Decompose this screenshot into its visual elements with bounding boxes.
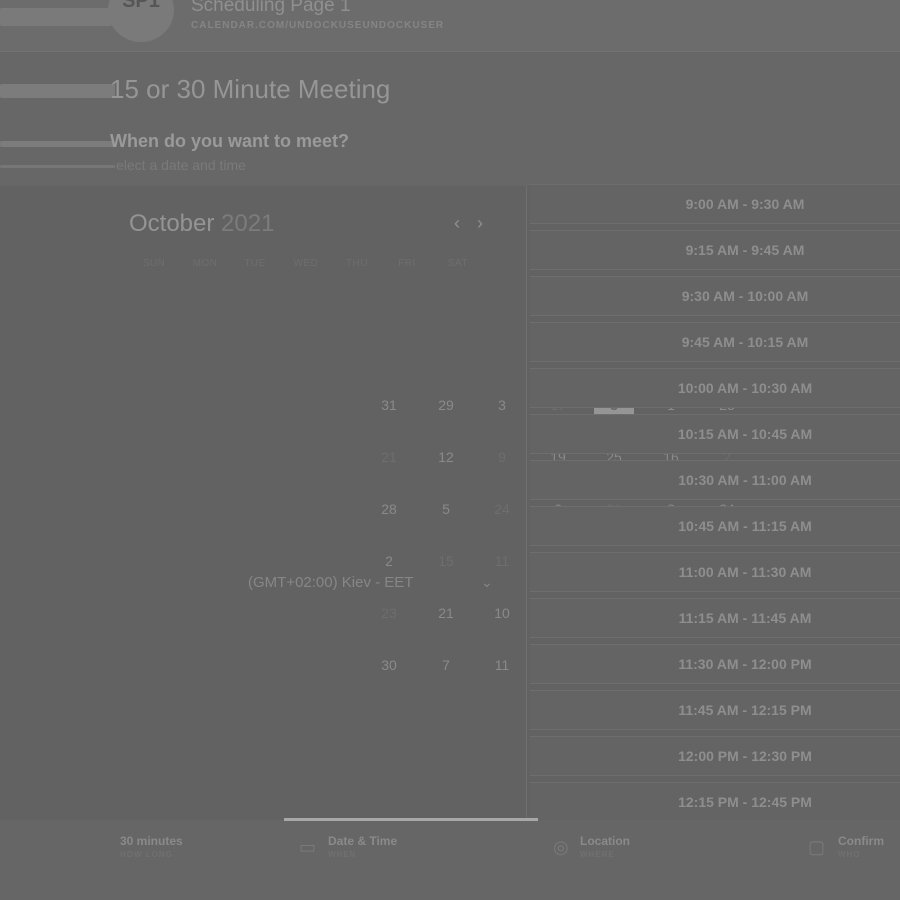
step-item[interactable]: 30 minutes HOW LONG (120, 834, 183, 859)
decorative-stripe (0, 165, 115, 168)
time-slot-button[interactable]: 11:30 AM - 12:00 PM (530, 644, 900, 684)
calendar-day[interactable]: 24 (482, 489, 522, 529)
timezone-label[interactable]: (GMT+02:00) Kiev - EET (248, 574, 413, 591)
time-slot-label: 10:00 AM - 10:30 AM (677, 380, 813, 396)
time-slot-label: 9:45 AM - 10:15 AM (681, 334, 809, 350)
step-sublabel: WHERE (580, 850, 615, 859)
step-sublabel: WHEN (328, 850, 357, 859)
step-sublabel: WHO (838, 850, 861, 859)
decorative-stripe (0, 8, 112, 26)
calendar-day[interactable]: 15 (426, 541, 466, 581)
time-slot-button[interactable]: 9:15 AM - 9:45 AM (530, 230, 900, 270)
time-slot-label: 9:00 AM - 9:30 AM (685, 196, 805, 212)
avatar-initials: SP1 (122, 0, 160, 12)
step-footer (0, 820, 900, 900)
time-slot-button[interactable]: 11:15 AM - 11:45 AM (530, 598, 900, 638)
time-slot-button[interactable]: 11:45 AM - 12:15 PM (530, 690, 900, 730)
calendar-year: 2021 (221, 210, 275, 237)
step-sublabel: HOW LONG (120, 850, 173, 859)
calendar-month-year: October 2021 (129, 210, 274, 238)
step-label: Date & Time (328, 834, 398, 848)
chevron-right-icon[interactable]: › (472, 212, 488, 234)
step-label: 30 minutes (120, 834, 183, 848)
step-item[interactable]: Date & Time WHEN (328, 834, 397, 859)
meeting-title: 15 or 30 Minute Meeting (110, 74, 391, 104)
step-label: Confirm (838, 834, 884, 848)
meeting-question: When do you want to meet? (110, 131, 349, 151)
calendar-day[interactable]: 29 (426, 385, 466, 425)
weekday-label: MON (192, 258, 218, 269)
step-progress-bar (284, 818, 538, 821)
time-slot-button[interactable]: 10:00 AM - 10:30 AM (530, 368, 900, 408)
weekday-label: SAT (447, 258, 469, 269)
step-item[interactable]: Confirm WHO (838, 834, 900, 859)
time-slot-label: 11:45 AM - 12:15 PM (678, 702, 812, 718)
weekday-label: WED (293, 258, 319, 269)
time-slot-label: 12:15 PM - 12:45 PM (678, 794, 812, 810)
calendar-day[interactable]: 9 (482, 437, 522, 477)
calendar-month: October (129, 210, 215, 237)
calendar-day[interactable]: 30 (369, 645, 409, 685)
location-pin-icon: ◎ (553, 837, 569, 857)
divider (526, 186, 527, 820)
calendar-day[interactable]: 12 (426, 437, 466, 477)
calendar-day[interactable]: 21 (426, 593, 466, 633)
scheduling-page-title: Scheduling Page 1 (191, 0, 351, 16)
time-slot-label: 11:30 AM - 12:00 PM (678, 656, 812, 672)
decorative-stripe (0, 141, 115, 147)
calendar-day[interactable]: 11 (482, 645, 522, 685)
calendar-day[interactable]: 7 (426, 645, 466, 685)
calendar-day[interactable]: 21 (369, 437, 409, 477)
calendar-url[interactable]: CALENDAR.COM/UNDOCKUSEUNDOCKUSER (191, 20, 444, 31)
time-slot-label: 9:30 AM - 10:00 AM (681, 288, 809, 304)
weekday-label: THU (345, 258, 369, 269)
step-label: Location (580, 834, 630, 848)
time-slot-label: 10:30 AM - 11:00 AM (678, 472, 812, 488)
calendar-day[interactable]: 31 (369, 385, 409, 425)
time-slot-button[interactable]: 11:00 AM - 11:30 AM (530, 552, 900, 592)
calendar-icon: ▭ (299, 837, 317, 857)
weekday-label: TUE (244, 258, 266, 269)
time-slot-button[interactable]: 9:30 AM - 10:00 AM (530, 276, 900, 316)
avatar: SP1 (108, 0, 174, 42)
time-slot-label: 10:15 AM - 10:45 AM (677, 426, 813, 442)
meeting-subtitle: elect a date and time (116, 157, 246, 173)
time-slot-button[interactable]: 10:45 AM - 11:15 AM (530, 506, 900, 546)
time-slot-button[interactable]: 10:30 AM - 11:00 AM (530, 460, 900, 500)
time-slot-label: 10:45 AM - 11:15 AM (678, 518, 812, 534)
decorative-stripe (0, 84, 115, 98)
calendar-day[interactable]: 23 (369, 593, 409, 633)
calendar-day[interactable]: 3 (482, 385, 522, 425)
chevron-left-icon[interactable]: ‹ (449, 212, 465, 234)
time-slot-label: 12:00 PM - 12:30 PM (678, 748, 812, 764)
time-slot-label: 9:15 AM - 9:45 AM (685, 242, 805, 258)
time-slot-label: 11:15 AM - 11:45 AM (678, 610, 812, 626)
time-slot-button[interactable]: 12:15 PM - 12:45 PM (530, 782, 900, 822)
step-item[interactable]: Location WHERE (580, 834, 630, 859)
weekday-label: FRI (398, 258, 416, 269)
time-slot-button[interactable]: 12:00 PM - 12:30 PM (530, 736, 900, 776)
calendar-day[interactable]: 28 (369, 489, 409, 529)
weekday-label: SUN (142, 258, 166, 269)
calendar-day[interactable]: 10 (482, 593, 522, 633)
time-slot-button[interactable]: 10:15 AM - 10:45 AM (530, 414, 900, 454)
page-header: SP1 Scheduling Page 1 CALENDAR.COM/UNDOC… (0, 0, 900, 52)
time-slot-label: 11:00 AM - 11:30 AM (678, 564, 812, 580)
chevron-down-icon[interactable]: ⌄ (481, 574, 493, 591)
time-slot-button[interactable]: 9:45 AM - 10:15 AM (530, 322, 900, 362)
time-slot-button[interactable]: 9:00 AM - 9:30 AM (530, 184, 900, 224)
calendar-day[interactable]: 5 (426, 489, 466, 529)
edit-icon: ▢ (808, 837, 826, 857)
